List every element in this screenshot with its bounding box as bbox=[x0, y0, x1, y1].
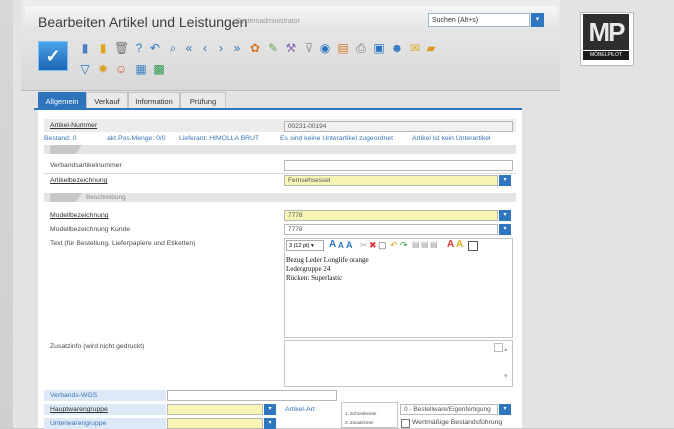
align-center-icon[interactable]: ▤ bbox=[421, 240, 429, 249]
bestand-text: Bestand: 0 bbox=[44, 135, 77, 142]
beschreibung-label: Beschreibung bbox=[86, 194, 126, 201]
verbands-wgs-field[interactable] bbox=[167, 390, 337, 401]
verbands-wgs-label: Verbands-WGS bbox=[50, 392, 98, 399]
page-title: Bearbeiten Artikel und Leistungen bbox=[38, 14, 248, 30]
verbands-field[interactable] bbox=[284, 160, 513, 171]
pos-menge-text: akt.Pos.Menge: 0/0 bbox=[107, 135, 166, 142]
lieferant-text: Lieferant: HIMOLLA BRUT bbox=[179, 135, 260, 142]
chart-icon[interactable]: ▤ bbox=[336, 41, 350, 55]
logo-caption: MÖBELPILOT bbox=[583, 51, 629, 60]
redo-icon[interactable]: ↷ bbox=[400, 240, 408, 251]
verbands-label: Verbandsartikelnummer bbox=[50, 162, 122, 169]
artikelbez-dropdown-button[interactable]: ▾ bbox=[499, 175, 511, 186]
tab-verkauf[interactable]: Verkauf bbox=[86, 92, 128, 109]
search-dropdown-button[interactable]: ▾ bbox=[531, 13, 544, 27]
next-icon[interactable]: › bbox=[214, 41, 228, 55]
prev-icon[interactable]: ‹ bbox=[198, 41, 212, 55]
font-size-select[interactable]: 3 (12 pt) ▾ bbox=[286, 240, 324, 251]
unterwarengruppe-field[interactable] bbox=[167, 418, 263, 429]
align-left-icon[interactable]: ▤ bbox=[412, 240, 420, 249]
modellbez-label: Modellbezeichnung bbox=[50, 212, 109, 219]
back-arrow-icon[interactable]: ↶ bbox=[148, 41, 162, 55]
pencil-icon[interactable]: ✎ bbox=[266, 41, 280, 55]
delete-icon[interactable]: ✖ bbox=[369, 240, 377, 251]
scroll-down-icon[interactable]: ▾ bbox=[504, 372, 508, 380]
search-icon[interactable]: ⌕ bbox=[166, 41, 180, 55]
clear-icon[interactable]: ▢ bbox=[378, 240, 387, 251]
modellbez-kunde-field[interactable]: 7778 bbox=[284, 224, 498, 235]
zusatzinfo-textarea[interactable] bbox=[284, 340, 513, 387]
border-icon[interactable] bbox=[468, 241, 478, 251]
unterartikel-status: Artikel ist kein Unterartikel bbox=[412, 135, 491, 142]
left-collapse-bar[interactable] bbox=[0, 0, 13, 428]
print-icon[interactable]: ⎙ bbox=[354, 41, 368, 55]
modellbez-field[interactable]: 7778 bbox=[284, 210, 498, 221]
hauptwarengruppe-dropdown-button[interactable]: ▾ bbox=[264, 404, 276, 415]
wertmaessige-label: Wertmäßige Bestandsführung bbox=[412, 419, 503, 426]
current-user: Systemadministrator bbox=[236, 18, 300, 25]
font-shrink-icon[interactable]: A bbox=[338, 241, 344, 250]
filter-icon[interactable]: ⊽ bbox=[302, 41, 316, 55]
image-icon[interactable]: ▦ bbox=[134, 62, 148, 76]
text-editor[interactable] bbox=[284, 238, 513, 338]
modellbez-kunde-label: Modellbezeichnung Kunde bbox=[50, 226, 131, 233]
artikelbez-field[interactable]: Fernsehsessel bbox=[284, 175, 498, 186]
scroll-up-icon[interactable]: ▴ bbox=[504, 345, 508, 353]
grid-icon[interactable]: ▩ bbox=[152, 62, 166, 76]
undo-icon[interactable]: ↶ bbox=[390, 240, 398, 251]
tab-information[interactable]: Information bbox=[128, 92, 180, 109]
hauptwarengruppe-field[interactable] bbox=[167, 404, 263, 415]
text-line: Bezug Leder Longlife orange bbox=[286, 256, 369, 264]
flower-icon[interactable]: ✸ bbox=[96, 62, 110, 76]
hauptwarengruppe-label: Hauptwarengruppe bbox=[50, 406, 108, 413]
artikelnummer-field[interactable]: 00231-00194 bbox=[284, 121, 513, 132]
artikel-art-label: Artikel-Art bbox=[285, 406, 315, 413]
artikelbez-label: Artikelbezeichnung bbox=[50, 177, 108, 184]
align-right-icon[interactable]: ▤ bbox=[430, 240, 438, 249]
modellbez-kunde-dropdown-button[interactable]: ▾ bbox=[499, 224, 511, 235]
wertmaessige-checkbox[interactable] bbox=[401, 419, 410, 428]
smiley-icon[interactable]: ☺ bbox=[114, 62, 128, 76]
help-icon[interactable]: ? bbox=[132, 41, 146, 55]
artikelnummer-label: Artikel-Nummer bbox=[50, 122, 98, 129]
globe-icon[interactable]: ◉ bbox=[318, 41, 332, 55]
bestellware-dropdown-button[interactable]: ▾ bbox=[499, 404, 511, 415]
bestellware-select[interactable]: 0 - Bestellware/Eigenfertigung bbox=[400, 404, 498, 415]
text-label: Text (für Bestellung, Lieferpapiere und … bbox=[50, 240, 196, 247]
trash-icon[interactable]: 🗑 bbox=[114, 41, 129, 55]
expand-icon[interactable] bbox=[494, 343, 503, 352]
unterartikel-info: Es sind keine Unterartikel zugeordnet bbox=[280, 135, 393, 142]
unterwarengruppe-label: Unterwarengruppe bbox=[50, 420, 107, 427]
modellbez-dropdown-button[interactable]: ▾ bbox=[499, 210, 511, 221]
pdf-icon[interactable]: ▰ bbox=[424, 41, 438, 55]
zusatzinfo-label: Zusatzinfo (wird nicht gedruckt) bbox=[50, 343, 145, 350]
tab-pruefung[interactable]: Prüfung bbox=[180, 92, 226, 109]
text-line: Rücken: Superlastic bbox=[286, 274, 343, 282]
tab-allgemein[interactable]: Allgemein bbox=[38, 92, 86, 109]
notes-icon[interactable]: ▮ bbox=[96, 41, 110, 55]
person-icon[interactable]: ☻ bbox=[390, 41, 404, 55]
stamp-icon[interactable]: ▣ bbox=[372, 41, 386, 55]
font-format-icon[interactable]: A bbox=[346, 240, 353, 250]
artikel-art-option[interactable]: 2. Zusatzinner bbox=[345, 420, 374, 425]
filter2-icon[interactable]: ▽ bbox=[78, 62, 92, 76]
save-check-button[interactable]: ✓ bbox=[38, 41, 68, 71]
search-input[interactable]: Suchen (Alt+s) bbox=[428, 13, 530, 27]
font-grow-icon[interactable]: A bbox=[329, 239, 336, 250]
mail-icon[interactable]: ✉ bbox=[408, 41, 422, 55]
tools-icon[interactable]: ⚒ bbox=[284, 41, 298, 55]
text-color-icon[interactable]: A bbox=[447, 239, 454, 250]
text-line: Ledergruppe 24 bbox=[286, 265, 331, 273]
section-divider bbox=[44, 145, 516, 154]
artikel-art-option[interactable]: 1. Schrankinner bbox=[345, 411, 377, 416]
colors-icon[interactable]: ✿ bbox=[248, 41, 262, 55]
cut-icon[interactable]: ✂ bbox=[360, 240, 368, 251]
row-separator bbox=[44, 173, 516, 174]
unterwarengruppe-dropdown-button[interactable]: ▾ bbox=[264, 418, 276, 429]
first-icon[interactable]: « bbox=[182, 41, 196, 55]
document-icon[interactable]: ▮ bbox=[78, 41, 92, 55]
logo-mark: MP bbox=[583, 14, 629, 50]
last-icon[interactable]: » bbox=[230, 41, 244, 55]
highlight-icon[interactable]: A bbox=[456, 239, 463, 250]
